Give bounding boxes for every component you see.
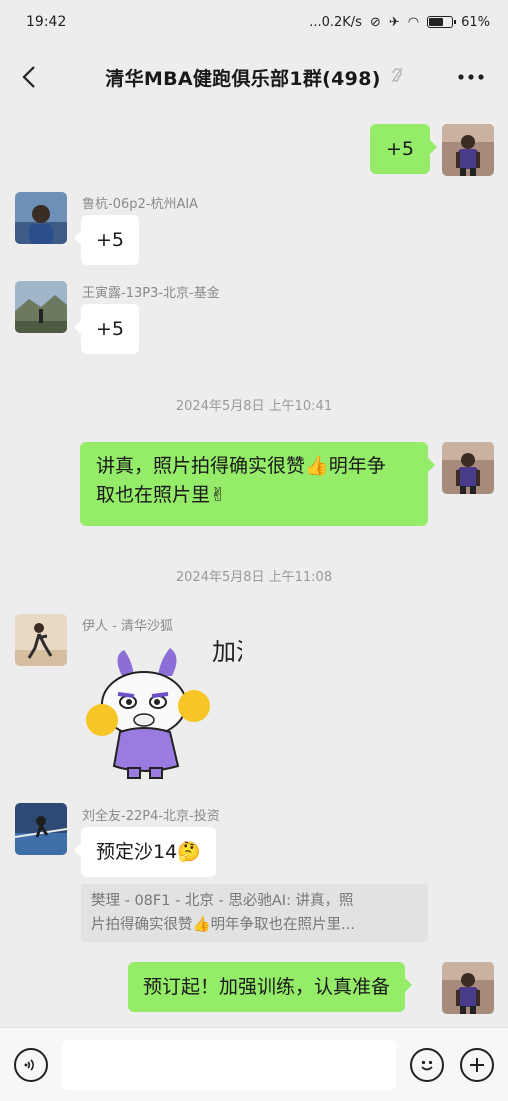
wifi-icon: ◠ [407, 14, 420, 30]
quoted-message[interactable]: 樊理 - 08F1 - 北京 - 思必驰AI: 讲真，照 片拍得确实很赞👍明年争… [81, 884, 428, 942]
chat-timestamp: 2024年5月8日 上午11:08 [175, 570, 333, 585]
avatar-member[interactable] [15, 803, 67, 855]
message-text: 预定沙14 [96, 840, 178, 863]
status-bar: 19:42 ...0.2K/s ⊘ ✈ ◠ 61% [0, 0, 508, 44]
chat-title[interactable]: 清华MBA健跑俱乐部1群(498) [105, 64, 380, 91]
thumbs-up-icon: 👍 [305, 455, 329, 477]
quote-line: 片拍得确实很赞👍明年争取也在照片里... [91, 913, 418, 937]
battery-percent: 61% [461, 14, 490, 30]
message-text: +5 [386, 137, 415, 160]
quote-line: 樊理 - 08F1 - 北京 - 思必驰AI: 讲真，照 [91, 893, 354, 909]
message-text-line: 讲真，照片拍得确实很赞👍明年争 [96, 452, 412, 481]
input-bar [0, 1027, 508, 1101]
message-bubble-in[interactable]: +5 [73, 304, 140, 354]
avatar-self[interactable] [442, 962, 494, 1014]
alarm-off-icon: ⊘ [369, 14, 381, 30]
message-bubble-in[interactable]: 预定沙14 🤔 [74, 827, 216, 877]
chat-header: 清华MBA健跑俱乐部1群(498) [0, 44, 508, 110]
message-text-line: 取也在照片里✌ [96, 481, 412, 510]
sticker-text: 加油 [212, 638, 242, 666]
message-bubble-in[interactable]: +5 [73, 215, 140, 265]
avatar-self[interactable] [442, 442, 494, 494]
status-time: 19:42 [26, 14, 67, 30]
battery-icon [427, 16, 457, 28]
avatar-member[interactable] [15, 614, 67, 666]
avatar-member[interactable] [15, 281, 67, 333]
message-text: +5 [96, 228, 125, 251]
network-speed: ...0.2K/s [309, 14, 362, 30]
chat-timestamp: 2024年5月8日 上午10:41 [175, 399, 333, 414]
message-input[interactable] [62, 1040, 396, 1090]
sender-name: 王寅露-13P3-北京-基金 [82, 286, 220, 301]
message-text: +5 [96, 317, 125, 340]
ear-muted-icon [391, 67, 403, 87]
status-indicators: ...0.2K/s ⊘ ✈ ◠ 61% [309, 15, 490, 30]
plus-icon[interactable] [460, 1048, 494, 1082]
avatar-member[interactable] [15, 192, 67, 244]
victory-hand-icon: ✌ [210, 484, 226, 506]
voice-icon[interactable] [14, 1048, 48, 1082]
message-bubble-out[interactable]: 预订起！加强训练，认真准备 [128, 962, 413, 1012]
more-dots-icon[interactable] [454, 60, 488, 94]
message-text: 预订起！加强训练，认真准备 [143, 975, 391, 998]
airplane-icon: ✈ [388, 14, 400, 30]
thinking-face-icon: 🤔 [177, 840, 201, 863]
avatar-self[interactable] [442, 124, 494, 176]
message-bubble-out[interactable]: +5 [370, 124, 438, 174]
sender-name: 刘全友-22P4-北京-投资 [82, 809, 220, 824]
sender-name: 伊人 - 清华沙狐 [82, 619, 173, 634]
thumbs-up-icon: 👍 [192, 917, 211, 933]
back-icon[interactable] [14, 60, 44, 94]
sender-name: 鲁杭-06p2-杭州AIA [82, 197, 199, 212]
emoji-face-icon[interactable] [410, 1048, 444, 1082]
dragon-cheer-sticker[interactable]: 加油 [82, 636, 260, 786]
message-bubble-out[interactable]: 讲真，照片拍得确实很赞👍明年争 取也在照片里✌ [80, 442, 435, 526]
